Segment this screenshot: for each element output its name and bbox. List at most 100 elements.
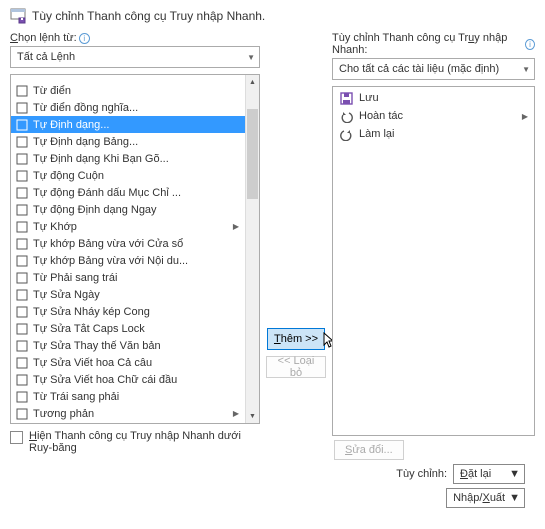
choose-commands-dropdown[interactable]: Tất cả Lệnh ▼: [10, 46, 260, 68]
list-item[interactable]: Làm lại: [335, 125, 532, 143]
list-item[interactable]: Tự Định dạng Bảng...: [11, 133, 245, 150]
list-item[interactable]: Tự Định dạng...: [11, 116, 245, 133]
commands-listbox[interactable]: Từ điển Từ điển đồng nghĩa... Tự Định dạng…: [10, 74, 260, 424]
customize-qat-label: Tùy chỉnh Thanh công cụ Truy nhập Nhanh:…: [332, 32, 535, 56]
chevron-down-icon: ▼: [509, 468, 520, 480]
list-item-label: Tự Định dạng Bảng...: [33, 136, 138, 148]
list-item[interactable]: Tự Khớp ▶: [11, 218, 245, 235]
list-item[interactable]: Lưu: [335, 89, 532, 107]
command-icon: [15, 271, 29, 285]
list-item[interactable]: Tự Sửa Viết hoa Chữ cái đầu: [11, 371, 245, 388]
list-item[interactable]: [11, 75, 245, 82]
list-item-label: Tự động Đánh dấu Mục Chỉ ...: [33, 187, 181, 199]
list-item-label: Tự Sửa Ngày: [33, 289, 100, 301]
command-icon: [15, 203, 29, 217]
list-item-label: Làm lại: [359, 128, 394, 140]
show-below-ribbon-checkbox[interactable]: [10, 431, 23, 444]
list-item[interactable]: Tự động Định dạng Ngay: [11, 201, 245, 218]
list-item-label: Tự động Cuộn: [33, 170, 104, 182]
command-icon: [15, 84, 29, 98]
list-item-label: Từ Trái sang phải: [33, 391, 119, 403]
list-item[interactable]: Tự động Cuộn: [11, 167, 245, 184]
list-item-label: Từ điển: [33, 85, 71, 97]
customizations-label: Tùy chỉnh:: [396, 468, 447, 480]
list-item-label: Tự Sửa Nháy kép Cong: [33, 306, 150, 318]
list-item[interactable]: Tự Sửa Thay thế Văn bản: [11, 337, 245, 354]
import-export-dropdown[interactable]: Nhập/Xuất ▼: [446, 488, 525, 508]
save-icon: [339, 91, 353, 105]
list-item-label: Hoàn tác: [359, 110, 403, 122]
scroll-track[interactable]: [246, 89, 259, 409]
list-item-label: Tự động Định dạng Ngay: [33, 204, 157, 216]
list-item-label: Lưu: [359, 92, 379, 104]
command-icon: [15, 356, 29, 370]
list-item-label: Tự Định dạng...: [33, 119, 109, 131]
list-item-label: Từ điển đồng nghĩa...: [33, 102, 138, 114]
list-item-label: Tự khớp Bảng vừa với Cửa sổ: [33, 238, 183, 250]
chevron-down-icon: ▼: [522, 65, 530, 74]
command-icon: [15, 305, 29, 319]
command-icon: [15, 407, 29, 421]
submenu-arrow-icon: ▶: [233, 409, 241, 418]
command-icon: [15, 339, 29, 353]
command-icon: [15, 169, 29, 183]
command-icon: [15, 118, 29, 132]
list-item[interactable]: Hoàn tác▶: [335, 107, 532, 125]
list-item[interactable]: Từ điển đồng nghĩa...: [11, 99, 245, 116]
list-item[interactable]: Từ Trái sang phải: [11, 388, 245, 405]
dropdown-value: Cho tất cả các tài liệu (mặc định): [339, 63, 499, 75]
list-item[interactable]: Từ Phải sang trái: [11, 269, 245, 286]
command-icon: [15, 254, 29, 268]
list-item-label: Tự Sửa Viết hoa Chữ cái đầu: [33, 374, 177, 386]
list-item[interactable]: Tự khớp Bảng vừa với Cửa sổ: [11, 235, 245, 252]
scroll-thumb[interactable]: [247, 109, 258, 199]
customize-scope-dropdown[interactable]: Cho tất cả các tài liệu (mặc định) ▼: [332, 58, 535, 80]
list-item[interactable]: Tự Sửa Tắt Caps Lock: [11, 320, 245, 337]
command-icon: [15, 101, 29, 115]
command-icon: [15, 152, 29, 166]
list-item-label: Tự Khớp: [33, 221, 77, 233]
command-icon: [15, 186, 29, 200]
list-item-label: Từ Phải sang trái: [33, 272, 117, 284]
list-item[interactable]: Từ điển: [11, 82, 245, 99]
list-item-label: Tự Sửa Thay thế Văn bản: [33, 340, 161, 352]
list-item[interactable]: Tự Sửa Viết hoa Cả câu: [11, 354, 245, 371]
list-item[interactable]: Thanh công cụ Tùy chỉnh▶: [11, 422, 245, 423]
quick-access-icon: [10, 8, 26, 24]
info-icon: i: [79, 33, 90, 44]
list-item-label: Tương phản: [33, 408, 94, 420]
submenu-arrow-icon: ▶: [233, 222, 241, 231]
dialog-title: Tùy chỉnh Thanh công cụ Truy nhập Nhanh.: [32, 9, 265, 23]
modify-button: Sửa đổi...: [334, 440, 404, 460]
chevron-down-icon: ▼: [247, 53, 255, 62]
scroll-up-button[interactable]: ▲: [246, 75, 259, 89]
list-item[interactable]: Tự khớp Bảng vừa với Nội du...: [11, 252, 245, 269]
scroll-down-button[interactable]: ▼: [246, 409, 259, 423]
show-below-ribbon-label: Hiện Thanh công cụ Truy nhập Nhanh dưới …: [29, 430, 249, 454]
list-item-label: Tự khớp Bảng vừa với Nội du...: [33, 255, 188, 267]
undo-icon: [339, 109, 353, 123]
command-icon: [15, 237, 29, 251]
dialog-header: Tùy chỉnh Thanh công cụ Truy nhập Nhanh.: [0, 0, 545, 28]
command-icon: [15, 288, 29, 302]
remove-button: << Loại bỏ: [266, 356, 326, 378]
choose-commands-label: Chọn lệnh từ: i: [10, 32, 260, 44]
list-item[interactable]: Tự Sửa Ngày: [11, 286, 245, 303]
list-item[interactable]: Tự Định dạng Khi Bạn Gõ...: [11, 150, 245, 167]
scrollbar[interactable]: ▲ ▼: [245, 75, 259, 423]
command-icon: [15, 373, 29, 387]
qat-listbox[interactable]: Lưu Hoàn tác▶ Làm lại: [332, 86, 535, 436]
list-item-label: Tự Sửa Viết hoa Cả câu: [33, 357, 152, 369]
list-item-label: Tự Định dạng Khi Bạn Gõ...: [33, 153, 169, 165]
chevron-down-icon: ▼: [509, 492, 520, 504]
command-icon: [15, 135, 29, 149]
command-icon: [15, 220, 29, 234]
redo-icon: [339, 127, 353, 141]
add-button[interactable]: Thêm >>: [267, 328, 325, 350]
list-item[interactable]: Tự động Đánh dấu Mục Chỉ ...: [11, 184, 245, 201]
list-item[interactable]: Tự Sửa Nháy kép Cong: [11, 303, 245, 320]
reset-dropdown[interactable]: Đặt lại ▼: [453, 464, 525, 484]
list-item-label: Tự Sửa Tắt Caps Lock: [33, 323, 145, 335]
info-icon: i: [525, 39, 535, 50]
list-item[interactable]: Tương phản ▶: [11, 405, 245, 422]
